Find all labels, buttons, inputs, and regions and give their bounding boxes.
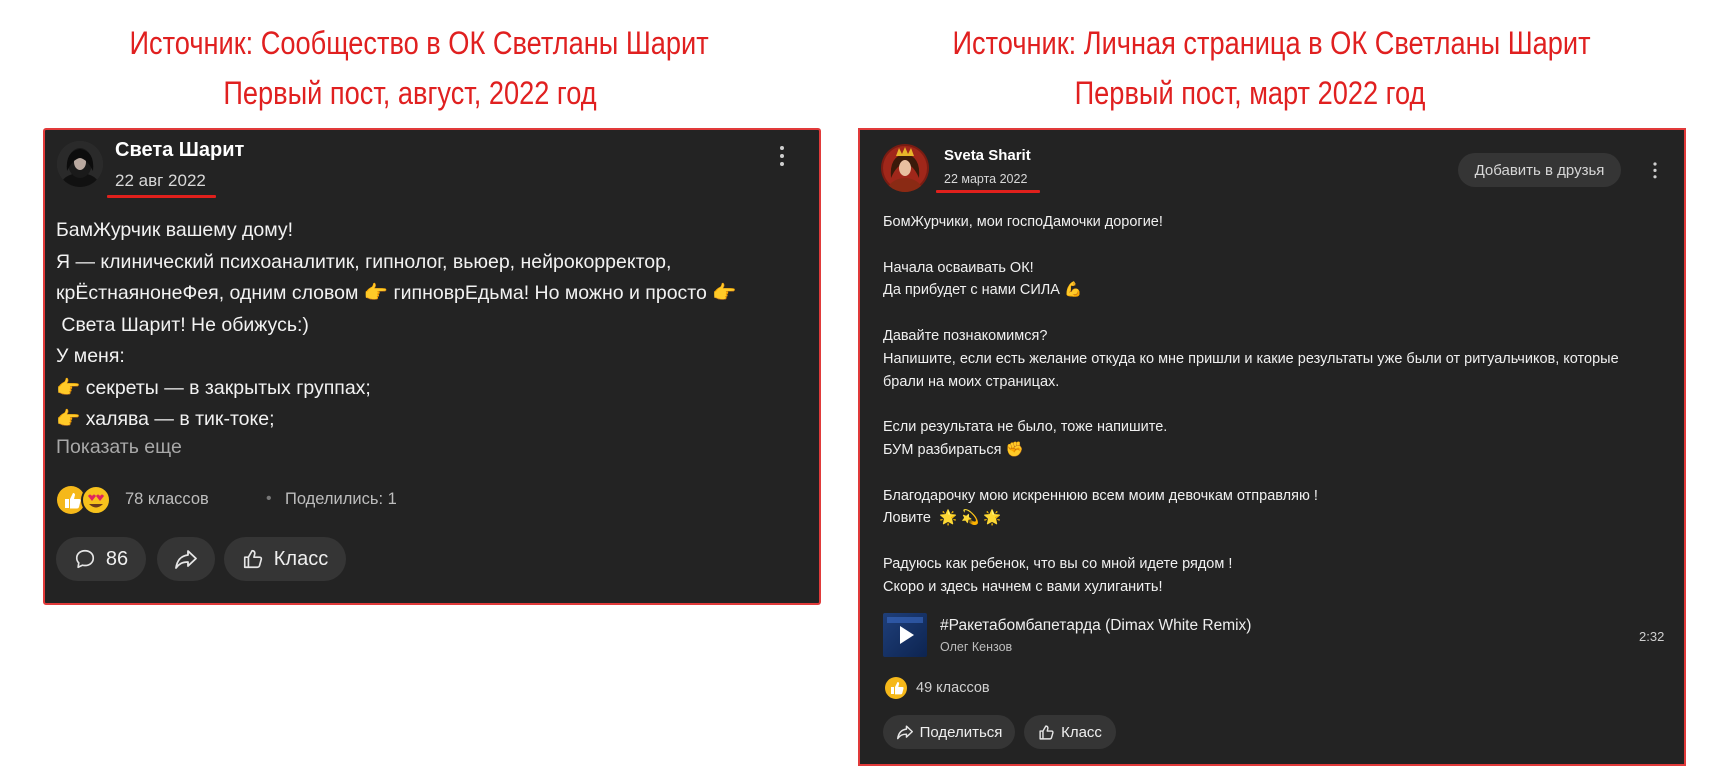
community-post-card: Света Шарит 22 авг 2022 БамЖурчик вашему… xyxy=(43,128,821,605)
post-text: БомЖурчики, мои госпоДамочки дорогие! На… xyxy=(883,211,1663,599)
heart-eyes-reaction-icon xyxy=(81,485,111,515)
post-text-line: БамЖурчик вашему дому! xyxy=(56,219,294,241)
post-text-line: крЁстнаянонеФея, одним словом 👉 гипноврЕ… xyxy=(56,282,737,304)
post-text-line: Напишите, если есть желание откуда ко мн… xyxy=(883,350,1619,367)
post-text-line: Давайте познакомимся? xyxy=(883,327,1048,344)
author-photo-icon xyxy=(57,141,103,187)
date-highlight-underline xyxy=(936,190,1040,193)
post-text-line xyxy=(883,530,1663,553)
author-name[interactable]: Sveta Sharit xyxy=(944,147,1031,164)
post-text-line: Радуюсь как ребенок, что вы со мной идет… xyxy=(883,555,1233,572)
author-photo-icon xyxy=(881,144,929,192)
likes-count[interactable]: 49 классов xyxy=(916,680,990,696)
right-source-heading: Источник: Личная страница в ОК Светланы … xyxy=(952,18,1591,118)
share-button[interactable] xyxy=(157,537,215,581)
reactions-icons[interactable] xyxy=(56,484,114,516)
klass-label: Класс xyxy=(1061,723,1102,741)
klass-label: Класс xyxy=(273,547,329,570)
post-text-line: БомЖурчики, мои госпоДамочки дорогие! xyxy=(883,214,1163,230)
post-text-line: Ловите 🌟 💫 🌟 xyxy=(883,510,1002,527)
right-heading-line1: Источник: Личная страница в ОК Светланы … xyxy=(952,25,1591,61)
post-text-line: Света Шарит! Не обижусь:) xyxy=(56,313,309,336)
post-date[interactable]: 22 марта 2022 xyxy=(944,172,1027,186)
comment-icon xyxy=(75,549,94,569)
comments-button[interactable]: 86 xyxy=(56,537,146,581)
post-text-line: Если результата не было, тоже напишите. xyxy=(883,419,1168,436)
track-duration: 2:32 xyxy=(1639,629,1665,644)
post-date[interactable]: 22 авг 2022 xyxy=(115,171,206,191)
left-heading-line1: Источник: Сообщество в ОК Светланы Шарит xyxy=(129,25,709,61)
thumbs-up-icon xyxy=(243,549,262,569)
left-heading-line2: Первый пост, август, 2022 год xyxy=(223,75,597,111)
add-friend-button[interactable]: Добавить в друзья xyxy=(1458,153,1621,187)
post-text-line: Благодарочку мою искреннюю всем моим дев… xyxy=(883,487,1318,504)
klass-button[interactable]: Класс xyxy=(224,537,346,581)
date-highlight-underline xyxy=(107,195,216,198)
track-title[interactable]: #Ракетабомбапетарда (Dimax White Remix) xyxy=(940,617,1251,635)
post-text-line: У меня: xyxy=(56,345,125,367)
post-text-line xyxy=(883,302,1663,325)
kebab-menu-icon[interactable] xyxy=(1647,162,1663,181)
post-text-line: БУМ разбираться ✊ xyxy=(883,441,1024,458)
track-play-button[interactable] xyxy=(883,613,927,657)
share-label: Поделиться xyxy=(919,723,1003,741)
track-artist[interactable]: Олег Кензов xyxy=(940,640,1012,654)
comments-count: 86 xyxy=(105,547,129,570)
post-text-line: 👉 халява — в тик-токе; xyxy=(56,408,275,430)
post-text-line: Начала осваивать ОК! xyxy=(883,259,1034,276)
shares-count[interactable]: Поделились: 1 xyxy=(285,490,397,509)
show-more-link[interactable]: Показать еще xyxy=(56,436,182,459)
avatar[interactable] xyxy=(57,141,103,187)
share-arrow-icon xyxy=(175,550,197,569)
post-text-line: Я — клинический психоаналитик, гипнолог,… xyxy=(56,250,672,273)
right-heading-line2: Первый пост, март 2022 год xyxy=(1074,75,1426,111)
left-source-heading: Источник: Сообщество в ОК Светланы Шарит… xyxy=(129,18,709,118)
thumbs-up-icon xyxy=(1039,724,1054,740)
personal-page-post-card: Sveta Sharit 22 марта 2022 Добавить в др… xyxy=(858,128,1686,766)
likes-count[interactable]: 78 классов xyxy=(125,490,209,509)
author-name[interactable]: Света Шарит xyxy=(115,139,244,162)
post-text-line: Скоро и здесь начнем с вами хулиганить! xyxy=(883,578,1163,595)
post-text-line xyxy=(883,462,1663,485)
post-text-line: брали на моих страницах. xyxy=(883,373,1060,390)
share-button[interactable]: Поделиться xyxy=(883,715,1015,749)
like-reaction-icon[interactable] xyxy=(884,676,908,700)
separator-dot: • xyxy=(266,490,272,507)
kebab-menu-icon[interactable] xyxy=(772,146,792,170)
play-icon xyxy=(887,617,923,644)
post-text-line: 👉 секреты — в закрытых группах; xyxy=(56,376,371,399)
post-text-line: Да прибудет с нами СИЛА 💪 xyxy=(883,282,1083,299)
share-arrow-icon xyxy=(896,725,913,740)
post-text-line xyxy=(883,234,1663,257)
klass-button[interactable]: Класс xyxy=(1024,715,1116,749)
avatar[interactable] xyxy=(881,144,929,192)
post-text-line xyxy=(883,393,1663,416)
post-text: БамЖурчик вашему дому! Я — клинический п… xyxy=(56,215,796,436)
